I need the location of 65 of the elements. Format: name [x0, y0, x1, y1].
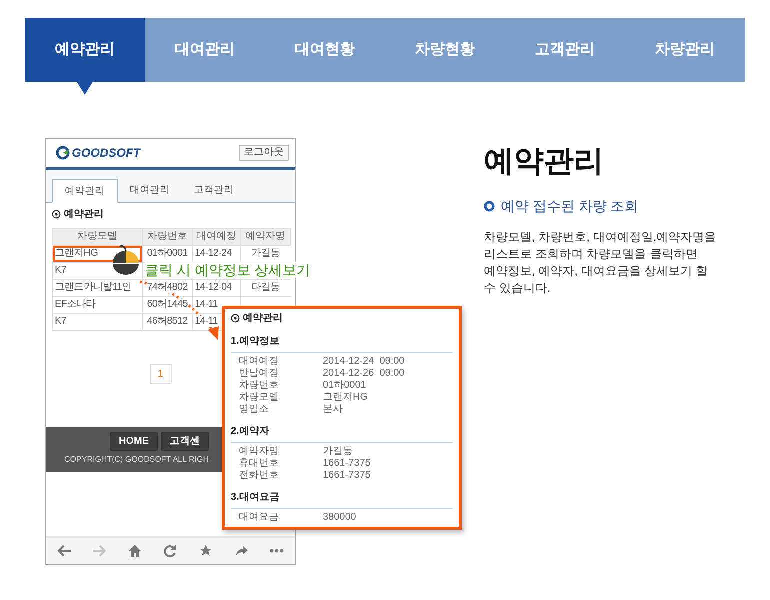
field-label: 예약자명: [239, 446, 280, 458]
field-value: 380000: [323, 512, 356, 524]
section-heading: 1.예약정보: [231, 334, 453, 353]
table-cell: 01하0001: [147, 248, 188, 259]
table-cell: 14-12-04: [195, 282, 232, 293]
page-title: 예약관리: [484, 144, 605, 180]
refresh-icon[interactable]: [163, 544, 178, 558]
callout-text: 클릭 시 예약정보 상세보기: [145, 262, 311, 278]
home-icon[interactable]: [128, 544, 142, 558]
section-title: 예약관리: [64, 208, 104, 222]
star-icon[interactable]: [199, 544, 214, 558]
car-model-link[interactable]: 그랜드카니발11인: [55, 282, 132, 293]
back-icon[interactable]: [56, 544, 71, 558]
logout-button[interactable]: 로그아웃: [239, 145, 289, 161]
popup-title: 예약관리: [243, 312, 283, 326]
car-model-link[interactable]: EF소나타: [55, 299, 96, 310]
subtitle: 예약 접수된 차량 조회: [501, 197, 639, 216]
field-label: 차량번호: [239, 380, 280, 392]
copyright-text: COPYRIGHT(C) GOODSOFT ALL RIGH: [64, 455, 209, 465]
field-value: 1661-7375: [323, 458, 371, 470]
target-icon: [52, 210, 61, 218]
share-icon[interactable]: [234, 544, 249, 558]
target-icon: [231, 314, 240, 323]
tab[interactable]: 예약관리: [52, 179, 118, 203]
field-label: 대여요금: [239, 512, 280, 524]
section-heading: 2.예약자: [231, 424, 453, 443]
field-label: 차량모델: [239, 392, 280, 404]
field-value: 본사: [323, 404, 343, 416]
field-value: 가길동: [323, 446, 353, 458]
footer-button[interactable]: 고객센: [161, 432, 209, 451]
tab[interactable]: 고객관리: [182, 178, 246, 202]
tab[interactable]: 대여관리: [118, 178, 182, 202]
table-cell: 60허1445: [147, 299, 188, 310]
column-header: 차량번호: [142, 228, 192, 246]
field-label: 영업소: [239, 404, 270, 416]
field-value: 2014-12-24 09:00: [323, 356, 405, 368]
tab-pointer: [77, 82, 93, 95]
field-label: 대여예정: [239, 356, 280, 368]
table-cell: 46허8512: [147, 316, 188, 327]
footer-button[interactable]: HOME: [110, 432, 158, 451]
mouse-icon: [112, 244, 140, 276]
column-header: 대여예정: [192, 228, 240, 246]
logo-icon: [56, 146, 70, 160]
field-value: 1661-7375: [323, 470, 371, 482]
car-model-link[interactable]: K7: [55, 316, 66, 327]
car-model-link[interactable]: K7: [55, 265, 66, 276]
field-label: 전화번호: [239, 470, 280, 482]
field-label: 휴대번호: [239, 458, 280, 470]
field-label: 반납예정: [239, 368, 280, 380]
column-header: 차량모델: [52, 228, 142, 246]
bullet-icon: [484, 201, 495, 212]
logo-text: GOODSOFT: [72, 145, 141, 162]
field-value: 그랜저HG: [323, 392, 368, 404]
column-header: 예약자명: [240, 228, 290, 246]
table-cell: 14-11: [195, 299, 218, 310]
table-cell: 다길동: [251, 282, 280, 293]
field-value: 2014-12-26 09:00: [323, 368, 405, 380]
table-cell: 74허4802: [147, 282, 188, 293]
description: 차량모델, 차량번호, 대여예정일,예약자명을 리스트로 조회하며 차량모델을 클릭하면 예약정보, 예약자, 대여요금을 상세보기 할 수 있습니다.: [484, 229, 718, 297]
field-value: 01하0001: [323, 380, 366, 392]
table-cell: 14-12-24: [195, 248, 232, 259]
table-cell: 14-11: [195, 316, 218, 327]
table-cell: 가길동: [251, 248, 280, 259]
car-model-link[interactable]: 그랜저HG: [55, 248, 98, 259]
section-heading: 3.대여요금: [231, 490, 453, 509]
